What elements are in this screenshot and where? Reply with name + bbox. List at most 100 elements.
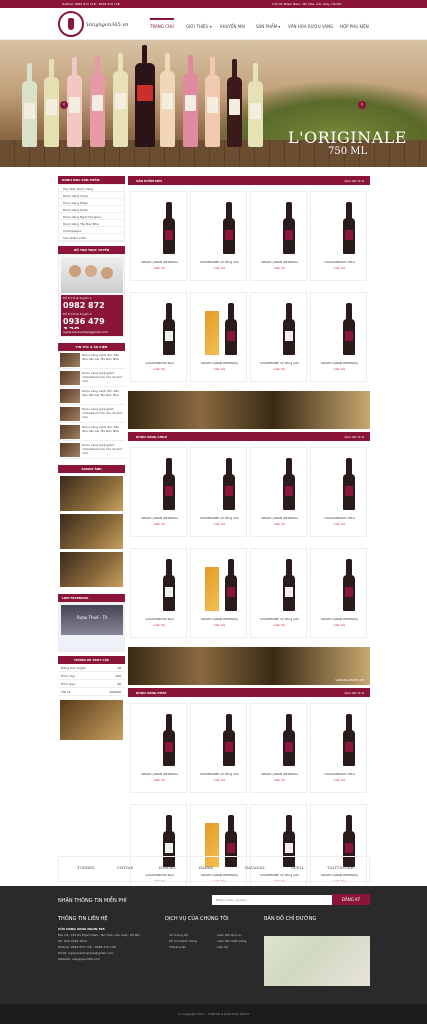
- product-card[interactable]: CASADONOSO 1810 Liên hệ: [310, 703, 367, 793]
- banner-next-arrow-icon[interactable]: ›: [358, 101, 366, 109]
- product-name[interactable]: APALTA (GRAN RESERVA): [191, 361, 248, 365]
- news-title[interactable]: Rượu vang giúp giảm cholesterol hơn tỏa …: [82, 407, 124, 419]
- product-card[interactable]: APALTA (GRAN RESERVA) Liên hệ: [130, 703, 187, 793]
- brand-logo[interactable]: RAVANAL: [245, 865, 265, 870]
- contact-line[interactable]: Website: vangngon365.com: [58, 956, 158, 962]
- brand-logo[interactable]: HIROKI: [159, 865, 175, 870]
- product-image[interactable]: [261, 198, 297, 256]
- product-card[interactable]: APALTA (GRAN RESERVA) Liên hệ: [250, 191, 307, 281]
- album-photo[interactable]: [60, 476, 123, 511]
- product-card[interactable]: CHAMPAGNE 10 đồng tiền Liên hệ: [190, 703, 247, 793]
- product-image[interactable]: [261, 710, 297, 768]
- product-name[interactable]: APALTA (GRAN RESERVA): [191, 617, 248, 621]
- facebook-widget[interactable]: Rượu Thuế - Th: [58, 602, 125, 652]
- product-image[interactable]: [321, 299, 357, 357]
- product-image[interactable]: [201, 454, 237, 512]
- news-title[interactable]: Rượu vang giúp giảm cholesterol hơn tỏa …: [82, 371, 124, 383]
- news-item[interactable]: Rượu vang giúp giảm cholesterol hơn tỏa …: [58, 441, 125, 459]
- product-card[interactable]: APALTA (GRAN RESERVA) Liên hệ: [310, 548, 367, 638]
- news-item[interactable]: Rượu vang giúp giảm cholesterol hơn tỏa …: [58, 369, 125, 387]
- product-image[interactable]: [141, 299, 177, 357]
- brand-logo[interactable]: SPELL: [291, 865, 305, 870]
- album-photo[interactable]: [60, 552, 123, 587]
- product-name[interactable]: APALTA (GRAN RESERVA): [251, 772, 308, 776]
- category-item[interactable]: Champagne: [59, 227, 124, 234]
- news-item[interactable]: Rượu vang sanh độc đáo đầu tiên tại Tây …: [58, 387, 125, 405]
- nav-item-wine-culture[interactable]: VĂN HÓA RƯỢU VANG: [288, 24, 333, 29]
- product-card[interactable]: CHAMPAGNE 10 đồng tiền Liên hệ: [190, 447, 247, 537]
- product-image[interactable]: [261, 454, 297, 512]
- news-item[interactable]: Rượu vang sanh độc đáo đầu tiên tại Tây …: [58, 423, 125, 441]
- product-image[interactable]: [321, 710, 357, 768]
- product-name[interactable]: CASADONOSO Red: [131, 361, 188, 365]
- product-name[interactable]: CASADONOSO 1810: [311, 516, 368, 520]
- product-card[interactable]: CHAMPAGNE 10 đồng tiền Liên hệ: [190, 191, 247, 281]
- hero-banner[interactable]: L'ORIGINALE 750 ML ‹ ›: [0, 40, 427, 167]
- product-name[interactable]: APALTA (GRAN RESERVA): [311, 361, 368, 365]
- news-title[interactable]: Rượu vang sanh độc đáo đầu tiên tại Tây …: [82, 425, 124, 433]
- product-card[interactable]: APALTA (GRAN RESERVA) Liên hệ: [250, 447, 307, 537]
- news-title[interactable]: Rượu vang giúp giảm cholesterol hơn tỏa …: [82, 443, 124, 455]
- product-image[interactable]: [141, 710, 177, 768]
- nav-item-promotions[interactable]: KHUYẾN MẠI: [220, 24, 245, 29]
- nav-item-products[interactable]: SẢN PHẨM ▾: [256, 24, 280, 29]
- sidebar-promo-image[interactable]: [60, 700, 123, 740]
- product-name[interactable]: CHAMPAGNE 10 đồng tiền: [191, 772, 248, 776]
- news-item[interactable]: Rượu vang sanh độc đáo đầu tiên tại Tây …: [58, 351, 125, 369]
- category-item[interactable]: Phụ Kiện Rượu Vang: [59, 185, 124, 192]
- promo-banner[interactable]: [128, 391, 370, 429]
- news-title[interactable]: Rượu vang sanh độc đáo đầu tiên tại Tây …: [82, 353, 124, 361]
- album-photo[interactable]: [60, 514, 123, 549]
- product-name[interactable]: APALTA (GRAN RESERVA): [251, 260, 308, 264]
- brand-logo[interactable]: RABBS: [199, 865, 214, 870]
- nav-item-accessories[interactable]: HỘP PHỤ KIỆN: [340, 24, 369, 29]
- category-item[interactable]: Sản phẩm khác: [59, 234, 124, 241]
- news-title[interactable]: Rượu vang sanh độc đáo đầu tiên tại Tây …: [82, 389, 124, 397]
- product-card[interactable]: CASADONOSO Red Liên hệ: [130, 292, 187, 382]
- banner-prev-arrow-icon[interactable]: ‹: [60, 101, 68, 109]
- product-card[interactable]: APALTA (GRAN RESERVA) Liên hệ: [250, 703, 307, 793]
- product-image[interactable]: [141, 198, 177, 256]
- product-image[interactable]: [321, 555, 357, 613]
- product-name[interactable]: APALTA (GRAN RESERVA): [131, 516, 188, 520]
- product-name[interactable]: APALTA (GRAN RESERVA): [251, 516, 308, 520]
- product-name[interactable]: CASADONOSO 1810: [311, 772, 368, 776]
- service-link[interactable]: Thanh toán: [169, 944, 197, 950]
- product-card[interactable]: APALTA (GRAN RESERVA) Liên hệ: [190, 548, 247, 638]
- product-image[interactable]: [201, 299, 237, 357]
- brand-logo[interactable]: TORRES: [77, 865, 95, 870]
- product-image[interactable]: [261, 299, 297, 357]
- category-item[interactable]: Rượu Vang Ngọt Hungary: [59, 213, 124, 220]
- product-image[interactable]: [201, 555, 237, 613]
- product-name[interactable]: APALTA (GRAN RESERVA): [131, 260, 188, 264]
- brand-logo[interactable]: TAITTINGER: [327, 865, 354, 870]
- product-image[interactable]: [141, 454, 177, 512]
- nav-item-home[interactable]: TRANG CHỦ: [150, 18, 174, 29]
- category-item[interactable]: Rượu Vang Italia: [59, 206, 124, 213]
- product-image[interactable]: [321, 198, 357, 256]
- subscribe-button[interactable]: ĐĂNG KÝ: [332, 894, 370, 905]
- service-link[interactable]: Liên hệ: [217, 944, 246, 950]
- support-email[interactable]: ngoprivanhophep@gmail.com: [61, 329, 123, 335]
- newsletter-email-input[interactable]: Nhập email của bạn...: [212, 895, 338, 905]
- product-name[interactable]: CHAMPAGNE 10 đồng tiền: [251, 617, 308, 621]
- product-name[interactable]: CASADONOSO Red: [131, 617, 188, 621]
- product-name[interactable]: APALTA (GRAN RESERVA): [311, 617, 368, 621]
- product-card[interactable]: APALTA (GRAN RESERVA) Liên hệ: [190, 292, 247, 382]
- product-image[interactable]: [261, 555, 297, 613]
- view-all-link[interactable]: Xem tất cả ⊕: [344, 179, 364, 183]
- location-map[interactable]: [264, 936, 370, 986]
- product-name[interactable]: CHAMPAGNE 10 đồng tiền: [251, 361, 308, 365]
- product-card[interactable]: APALTA (GRAN RESERVA) Liên hệ: [130, 191, 187, 281]
- product-image[interactable]: [321, 454, 357, 512]
- facebook-page-name[interactable]: Rượu Thuế - Th: [77, 615, 108, 620]
- product-card[interactable]: CASADONOSO 1810 Liên hệ: [310, 191, 367, 281]
- product-card[interactable]: APALTA (GRAN RESERVA) Liên hệ: [130, 447, 187, 537]
- product-name[interactable]: CASADONOSO 1810: [311, 260, 368, 264]
- site-logo[interactable]: Vangngon365.vn: [58, 10, 146, 38]
- brand-logo[interactable]: CHIVAS: [117, 865, 133, 870]
- product-name[interactable]: CHAMPAGNE 10 đồng tiền: [191, 516, 248, 520]
- news-item[interactable]: Rượu vang giúp giảm cholesterol hơn tỏa …: [58, 405, 125, 423]
- product-card[interactable]: CHAMPAGNE 10 đồng tiền Liên hệ: [250, 548, 307, 638]
- product-card[interactable]: CASADONOSO 1810 Liên hệ: [310, 447, 367, 537]
